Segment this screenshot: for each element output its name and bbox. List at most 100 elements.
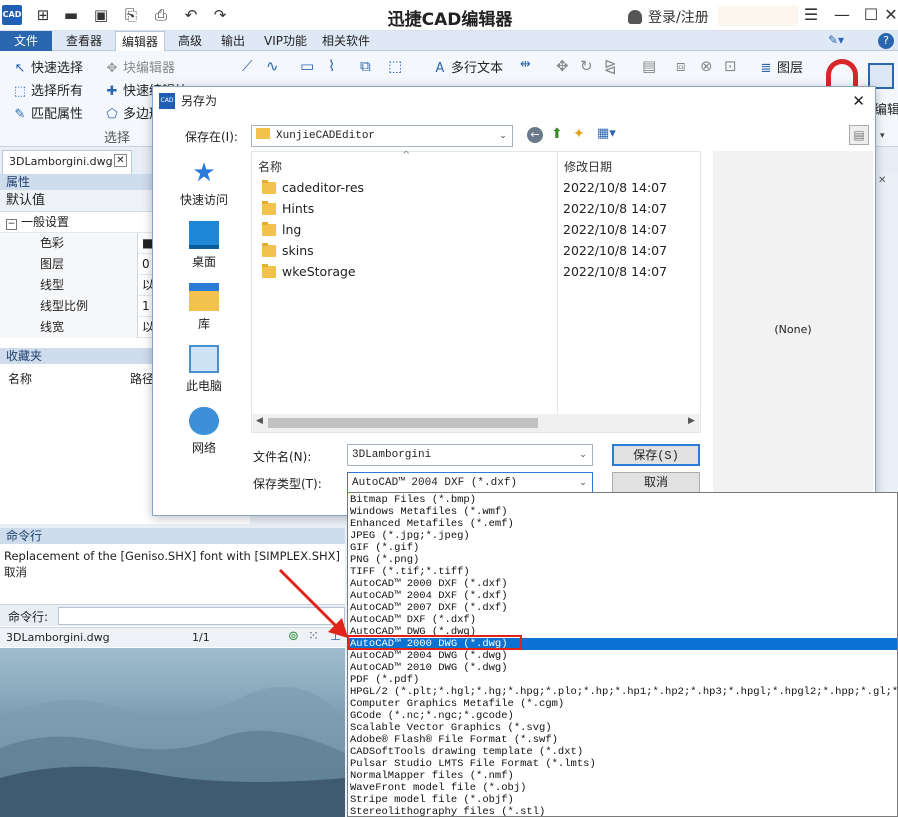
filetype-option[interactable]: Stripe model file (*.objf) (348, 794, 897, 806)
back-icon[interactable]: ← (527, 127, 543, 143)
menu-output[interactable]: 输出 (215, 31, 251, 51)
filetype-option[interactable]: Enhanced Metafiles (*.emf) (348, 518, 897, 530)
hatch-icon[interactable]: ▤ (642, 57, 656, 75)
filetype-option[interactable]: AutoCAD™ DXF (*.dxf) (348, 614, 897, 626)
filetype-option[interactable]: NormalMapper files (*.nmf) (348, 770, 897, 782)
filetype-option[interactable]: Windows Metafiles (*.wmf) (348, 506, 897, 518)
preview-toggle-icon[interactable]: ▤ (849, 125, 869, 145)
filename-input[interactable]: 3DLamborgini ⌄ (347, 444, 593, 466)
filetype-option[interactable]: Stereolithography files (*.stl) (348, 806, 897, 816)
menu-vip[interactable]: VIP功能 (258, 31, 313, 51)
redo-icon[interactable]: ↷ (211, 6, 229, 24)
print-icon[interactable]: ⎙ (152, 6, 170, 24)
menu-file[interactable]: 文件 (0, 31, 52, 51)
undo-icon[interactable]: ↶ (182, 6, 200, 24)
filetype-option[interactable]: HPGL/2 (*.plt;*.hgl;*.hg;*.hpg;*.plo;*.h… (348, 686, 897, 698)
filetype-option[interactable]: Bitmap Files (*.bmp) (348, 494, 897, 506)
filetype-option[interactable]: AutoCAD™ 2004 DWG (*.dwg) (348, 650, 897, 662)
quick-select-button[interactable]: ↖ 快速选择 (12, 57, 83, 76)
col-date-header[interactable]: 修改日期 (564, 158, 612, 175)
place-desktop[interactable]: 桌面 (161, 221, 247, 281)
ribbon-collapse-icon[interactable]: ▾ (880, 131, 885, 141)
property-value[interactable]: 1 (140, 296, 150, 317)
new-folder-icon[interactable]: ✦ (573, 126, 585, 142)
filetype-option[interactable]: Computer Graphics Metafile (*.cgm) (348, 698, 897, 710)
match-props-button[interactable]: ✎ 匹配属性 (12, 103, 83, 122)
filetype-option[interactable]: Adobe® Flash® File Format (*.swf) (348, 734, 897, 746)
block-insert-icon[interactable]: ⊡ (724, 57, 737, 75)
move-icon[interactable]: ✥ (556, 57, 569, 75)
document-tab[interactable]: 3DLamborgini.dwg ✕ (2, 150, 132, 174)
filetype-option[interactable]: AutoCAD™ 2004 DXF (*.dxf) (348, 590, 897, 602)
file-row[interactable]: skins 2022/10/8 14:07 (258, 241, 698, 261)
block-editor-button[interactable]: ✥ 块编辑器 (104, 57, 175, 76)
array-icon[interactable]: ⧈ (676, 57, 686, 75)
minimize-button[interactable]: — (831, 4, 853, 26)
col-name-header[interactable]: 名称 (258, 158, 282, 175)
curve-icon[interactable]: ∿ (266, 57, 279, 75)
close-window-button[interactable]: ✕ (884, 4, 898, 26)
file-row[interactable]: lng 2022/10/8 14:07 (258, 220, 698, 240)
close-panel-icon[interactable]: ✕ (878, 175, 886, 186)
filetype-select[interactable]: AutoCAD™ 2004 DXF (*.dxf) ⌄ (347, 472, 593, 494)
filetype-option[interactable]: TIFF (*.tif;*.tiff) (348, 566, 897, 578)
dotted-rect-icon[interactable]: ⬚ (388, 57, 402, 75)
horizontal-scrollbar[interactable]: ◀ ▶ (252, 414, 700, 432)
open-folder-icon[interactable]: ▬ (62, 6, 80, 24)
collapse-icon[interactable]: − (6, 219, 17, 230)
select-all-button[interactable]: ⬚ 选择所有 (12, 80, 83, 99)
menu-advanced[interactable]: 高级 (172, 31, 208, 51)
menu-related[interactable]: 相关软件 (316, 31, 376, 51)
filetype-option[interactable]: AutoCAD™ 2007 DXF (*.dxf) (348, 602, 897, 614)
save-in-select[interactable]: XunjieCADEditor ⌄ (251, 125, 513, 147)
multiline-text-button[interactable]: A 多行文本 (432, 57, 503, 76)
filetype-option[interactable]: PDF (*.pdf) (348, 674, 897, 686)
filetype-option[interactable]: AutoCAD™ 2000 DXF (*.dxf) (348, 578, 897, 590)
layer-button[interactable]: ≣ 图层 (758, 57, 803, 76)
style-icon[interactable]: ✎▾ (828, 33, 844, 47)
up-folder-icon[interactable]: ⬆ (551, 126, 563, 142)
file-row[interactable]: cadeditor-res 2022/10/8 14:07 (258, 178, 698, 198)
cancel-button[interactable]: 取消 (612, 472, 700, 494)
menu-editor[interactable]: 编辑器 (115, 31, 166, 51)
menu-icon[interactable]: ☰ (800, 4, 822, 26)
save-button[interactable]: 保存(S) (612, 444, 700, 466)
pdf-icon[interactable]: ⎘ (122, 6, 140, 24)
filetype-option[interactable]: PNG (*.png) (348, 554, 897, 566)
file-row[interactable]: Hints 2022/10/8 14:07 (258, 199, 698, 219)
filetype-option[interactable]: Pulsar Studio LMTS File Format (*.lmts) (348, 758, 897, 770)
menu-viewer[interactable]: 查看器 (60, 31, 108, 51)
filetype-option[interactable]: GCode (*.nc;*.ngc;*.gcode) (348, 710, 897, 722)
filetype-option[interactable]: Scalable Vector Graphics (*.svg) (348, 722, 897, 734)
link-icon[interactable]: ⊗ (700, 57, 713, 75)
place-quick-access[interactable]: ★ 快速访问 (161, 159, 247, 219)
rotate-icon[interactable]: ↻ (580, 57, 593, 75)
mirror-icon[interactable]: ⧎ (604, 57, 617, 75)
close-dialog-icon[interactable]: ✕ (852, 87, 865, 115)
new-file-icon[interactable]: ⊞ (34, 6, 52, 24)
place-network[interactable]: 网络 (161, 407, 247, 467)
property-value[interactable]: 0 (140, 254, 150, 275)
rectangle-icon[interactable]: ▭ (300, 57, 314, 75)
drawing-canvas[interactable] (0, 648, 345, 817)
polyline-icon[interactable]: ⌇ (328, 57, 335, 75)
scrollbar-thumb[interactable] (268, 418, 538, 428)
filetype-option[interactable]: CADSoftTools drawing template (*.dxt) (348, 746, 897, 758)
filetype-option[interactable]: GIF (*.gif) (348, 542, 897, 554)
filetype-option[interactable]: AutoCAD™ 2010 DWG (*.dwg) (348, 662, 897, 674)
close-tab-icon[interactable]: ✕ (114, 154, 127, 167)
filetype-dropdown-list[interactable]: Bitmap Files (*.bmp) Windows Metafiles (*… (347, 492, 898, 817)
dimension-icon[interactable]: ⇹ (520, 57, 531, 72)
scroll-left-icon[interactable]: ◀ (256, 416, 263, 426)
login-link[interactable]: 登录/注册 (628, 7, 709, 27)
save-icon[interactable]: ▣ (92, 6, 110, 24)
place-this-pc[interactable]: 此电脑 (161, 345, 247, 405)
filetype-option[interactable]: WaveFront model file (*.obj) (348, 782, 897, 794)
place-library[interactable]: 库 (161, 283, 247, 343)
view-menu-icon[interactable]: ▦▾ (597, 126, 616, 141)
file-row[interactable]: wkeStorage 2022/10/8 14:07 (258, 262, 698, 282)
copy-icon[interactable]: ⧉ (360, 57, 371, 75)
maximize-button[interactable]: ☐ (860, 4, 882, 26)
line-icon[interactable]: ⟋ (242, 57, 253, 75)
filetype-option[interactable]: JPEG (*.jpg;*.jpeg) (348, 530, 897, 542)
